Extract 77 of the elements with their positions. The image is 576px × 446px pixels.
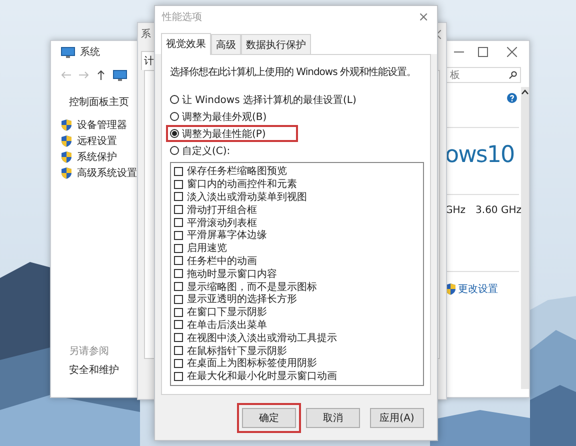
checkbox[interactable] xyxy=(174,218,183,228)
sidebar-item[interactable]: 系统保护 xyxy=(61,149,141,165)
window-title: 系 xyxy=(141,28,151,41)
checkbox[interactable] xyxy=(174,358,183,368)
dialog-button[interactable]: 应用(A) xyxy=(370,408,424,428)
shield-icon xyxy=(61,167,72,179)
shield-icon xyxy=(61,135,72,147)
checkbox-option[interactable]: 显示缩略图，而不是显示图标 xyxy=(174,280,420,293)
sidebar-item[interactable]: 设备管理器 xyxy=(61,117,141,133)
scrollbar[interactable] xyxy=(521,87,529,389)
checkbox[interactable] xyxy=(174,166,183,176)
sidebar-link[interactable]: 安全和维护 xyxy=(61,363,141,377)
section-heading: 另请参阅 xyxy=(68,344,110,358)
shield-icon xyxy=(61,151,72,163)
tab[interactable]: 视觉效果 xyxy=(161,33,211,55)
checkbox[interactable] xyxy=(174,269,183,278)
checkbox[interactable] xyxy=(174,346,183,356)
checkbox-option[interactable]: 在鼠标指针下显示阴影 xyxy=(174,344,420,357)
up-arrow-icon[interactable] xyxy=(97,70,105,80)
checkbox-option[interactable]: 在单击后淡出菜单 xyxy=(174,318,420,332)
checkbox[interactable] xyxy=(174,244,183,253)
radio-button[interactable] xyxy=(170,129,179,138)
checkbox-option[interactable]: 窗口内的动画控件和元素 xyxy=(174,178,420,191)
checkbox[interactable] xyxy=(174,320,183,330)
checkbox[interactable] xyxy=(174,256,183,266)
radio-button[interactable] xyxy=(170,146,179,155)
search-field[interactable]: 板 xyxy=(446,67,521,83)
checkbox[interactable] xyxy=(174,192,183,202)
radio-button[interactable] xyxy=(170,112,179,121)
caret-icon[interactable] xyxy=(521,89,529,95)
description-text: 选择你想在此计算机上使用的 Windows 外观和性能设置。 xyxy=(170,66,417,79)
sidebar-item[interactable]: 高级系统设置 xyxy=(61,165,141,181)
close-button[interactable]: × xyxy=(418,10,429,24)
highlighted-radio-option[interactable]: 调整为最佳性能(P) xyxy=(166,125,298,142)
monitor-icon xyxy=(61,46,75,58)
tab[interactable]: 高级 xyxy=(211,34,241,54)
checkbox-option[interactable]: 在最大化和最小化时显示窗口动画 xyxy=(174,370,420,383)
radio-option[interactable]: 调整为最佳外观(B) xyxy=(166,108,271,125)
checkbox[interactable] xyxy=(174,294,183,304)
window-title: 性能选项 xyxy=(162,10,202,24)
checkbox-option[interactable]: 启用速览 xyxy=(174,242,420,255)
checkbox[interactable] xyxy=(174,308,183,317)
checkbox-option[interactable]: 在桌面上为图标标签使用阴影 xyxy=(174,356,420,370)
close-icon[interactable] xyxy=(507,47,517,57)
monitor-icon xyxy=(113,70,127,80)
radio-option[interactable]: 自定义(C): xyxy=(166,142,234,159)
radio-option[interactable]: 让 Windows 选择计算机的最佳设置(L) xyxy=(166,91,360,108)
checkbox[interactable] xyxy=(174,372,183,381)
checkbox[interactable] xyxy=(174,282,183,292)
edition-text: ows10 xyxy=(445,142,516,168)
radio-button[interactable] xyxy=(170,95,179,104)
maximize-icon[interactable] xyxy=(478,47,488,57)
checkbox-option[interactable]: 在视图中淡入淡出或滑动工具提示 xyxy=(174,331,420,344)
search-icon[interactable] xyxy=(509,71,517,79)
checkbox-option[interactable]: 保存任务栏缩略图预览 xyxy=(174,165,420,178)
help-icon[interactable] xyxy=(507,93,517,103)
window-title: 系统 xyxy=(80,46,101,59)
checkbox-option[interactable]: 在窗口下显示阴影 xyxy=(174,306,420,319)
checkbox[interactable] xyxy=(174,230,183,240)
checkbox-option[interactable]: 淡入淡出或滑动菜单到视图 xyxy=(174,190,420,204)
checkbox-option[interactable]: 任务栏中的动画 xyxy=(174,254,420,268)
change-settings-link[interactable]: 更改设置 xyxy=(458,282,498,296)
checkbox-option[interactable]: 显示亚透明的选择长方形 xyxy=(174,292,420,306)
shield-icon xyxy=(61,119,72,131)
checkbox[interactable] xyxy=(174,333,183,342)
tab[interactable]: 数据执行保护 xyxy=(241,34,311,54)
checkbox-option[interactable]: 平滑屏幕字体边缘 xyxy=(174,228,420,242)
sidebar-link[interactable]: 控制面板主页 xyxy=(61,95,141,109)
checkbox-option[interactable]: 拖动时显示窗口内容 xyxy=(174,267,420,280)
checkbox-option[interactable]: 滑动打开组合框 xyxy=(174,203,420,216)
checkbox-option[interactable]: 平滑滚动列表框 xyxy=(174,216,420,229)
checkbox[interactable] xyxy=(174,205,183,214)
dialog-button[interactable]: 取消 xyxy=(306,408,360,428)
checkbox[interactable] xyxy=(174,180,183,189)
processor-speed: 3.60 GHz xyxy=(476,205,522,216)
sidebar-item[interactable]: 远程设置 xyxy=(61,133,141,149)
dialog-button[interactable]: 确定 xyxy=(242,408,296,428)
